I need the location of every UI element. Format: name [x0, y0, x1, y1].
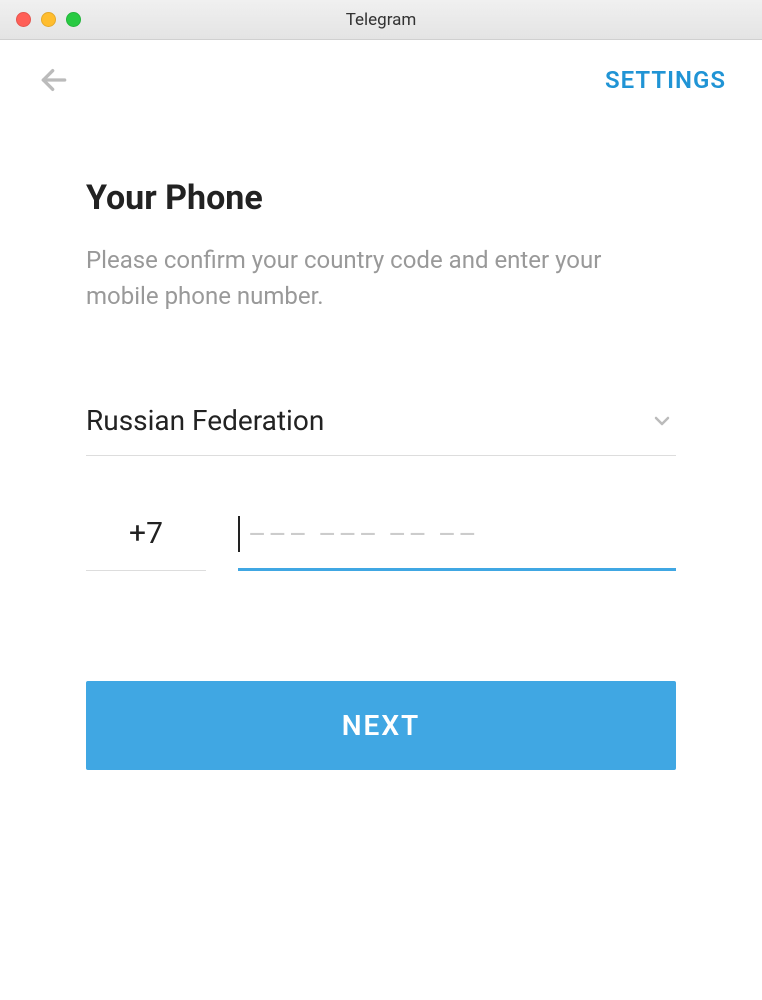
close-window-button[interactable] [16, 12, 31, 27]
back-button[interactable] [36, 62, 72, 98]
phone-number-field[interactable]: ––– ––– –– –– [238, 516, 676, 571]
arrow-left-icon [38, 64, 70, 96]
maximize-window-button[interactable] [66, 12, 81, 27]
minimize-window-button[interactable] [41, 12, 56, 27]
country-selected-label: Russian Federation [86, 404, 324, 437]
page-title: Your Phone [86, 178, 676, 218]
phone-row: +7 ––– ––– –– –– [86, 516, 676, 571]
next-button[interactable]: NEXT [86, 681, 676, 770]
chevron-down-icon [648, 407, 676, 435]
app-header: SETTINGS [0, 40, 762, 98]
traffic-lights [16, 12, 81, 27]
window-title: Telegram [346, 10, 417, 30]
country-code-field[interactable]: +7 [86, 516, 206, 571]
settings-link[interactable]: SETTINGS [605, 66, 726, 94]
page-subtitle: Please confirm your country code and ent… [86, 242, 676, 314]
window-titlebar: Telegram [0, 0, 762, 40]
text-cursor [238, 516, 240, 552]
main-content: Your Phone Please confirm your country c… [0, 98, 762, 770]
country-selector[interactable]: Russian Federation [86, 404, 676, 456]
phone-placeholder: ––– ––– –– –– [248, 518, 479, 551]
